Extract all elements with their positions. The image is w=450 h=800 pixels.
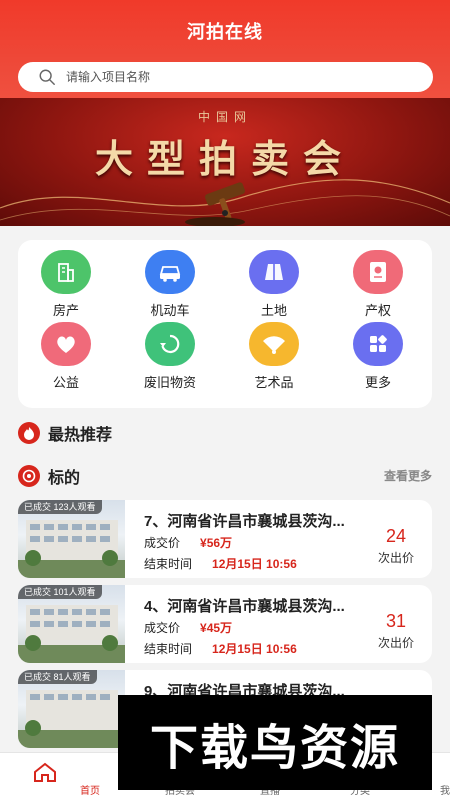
lot-card[interactable]: 已成交 123人观看 7、河南省许昌市襄城县茨沟... 成交价 ¥56万 结束时间… [18,500,432,578]
watermark-text: 下载鸟资源 [149,719,400,776]
category-label: 艺术品 [254,375,294,390]
category-label: 废旧物资 [143,375,196,390]
bid-count: 31 次出价 [378,611,414,651]
category-label: 更多 [364,375,391,390]
lot-price-row: 成交价 ¥45万 [144,619,232,636]
lot-end-row: 结束时间 12月15日 10:56 [144,640,297,657]
category-item-art[interactable]: 艺术品 [234,322,314,391]
bid-count-number: 24 [385,526,406,546]
lot-title: 7、河南省许昌市襄城县茨沟... [144,513,345,530]
lot-end-row: 结束时间 12月15日 10:56 [144,555,297,572]
category-item-property-rights[interactable]: 产权 [338,250,418,319]
category-item-scrap[interactable]: 废旧物资 [130,322,210,391]
end-time-label: 结束时间 [144,557,193,571]
end-time-label: 结束时间 [144,642,193,656]
carousel-indicator[interactable] [222,210,228,216]
recycle-icon [145,322,195,366]
category-item-real-estate[interactable]: 房产 [26,250,106,319]
category-label: 产权 [364,303,391,318]
target-icon [18,465,40,487]
flame-icon [18,422,40,444]
category-item-land[interactable]: 土地 [234,250,314,319]
lots-section-header: 标的 [18,464,80,488]
price-value: ¥45万 [200,621,233,635]
lot-card[interactable]: 已成交 101人观看 4、河南省许昌市襄城县茨沟... 成交价 ¥45万 结束时间… [18,585,432,663]
banner-subtitle: 中国网 [197,110,252,124]
heart-icon [41,322,91,366]
price-label: 成交价 [144,621,181,635]
lot-status-badge: 已成交 81人观看 [18,670,97,684]
view-more-link[interactable]: 查看更多 [384,467,432,484]
price-label: 成交价 [144,536,181,550]
lot-title: 4、河南省许昌市襄城县茨沟... [144,598,345,615]
tab-home[interactable]: 首页 [0,753,100,800]
bid-count: 24 次出价 [378,526,414,566]
building-icon [41,250,91,294]
category-label: 机动车 [150,303,190,318]
lot-status-badge: 已成交 101人观看 [18,585,102,599]
category-item-vehicle[interactable]: 机动车 [130,250,210,319]
search-icon [39,69,55,85]
lot-price-row: 成交价 ¥56万 [144,534,232,551]
end-time-value: 12月15日 10:56 [212,642,297,656]
category-grid: 房产 机动车 土地 产权 公益 废旧物资 艺术品 更多 [18,240,432,408]
category-item-charity[interactable]: 公益 [26,322,106,391]
hot-section-title: 最热推荐 [48,427,113,444]
bid-count-label: 次出价 [377,636,414,650]
lots-section-title: 标的 [48,470,81,487]
banner-title: 大型拍卖会 [94,136,355,181]
search-bar[interactable] [18,62,433,92]
category-label: 公益 [52,375,79,390]
category-label: 房产 [52,303,79,318]
end-time-value: 12月15日 10:56 [212,557,297,571]
category-label: 土地 [260,303,287,318]
category-item-more[interactable]: 更多 [338,322,418,391]
home-icon [34,762,56,782]
grid-icon [353,322,403,366]
banner-carousel[interactable]: 中国网 大型拍卖会 [0,98,450,226]
bid-count-number: 31 [385,611,406,631]
fan-icon [249,322,299,366]
bid-count-label: 次出价 [377,551,414,565]
price-value: ¥56万 [200,536,233,550]
car-icon [145,250,195,294]
land-icon [249,250,299,294]
search-input[interactable] [66,70,386,84]
watermark-overlay: 下载鸟资源 [118,695,432,790]
top-header: 河拍在线 [0,0,450,98]
certificate-icon [353,250,403,294]
lot-status-badge: 已成交 123人观看 [18,500,102,514]
hot-section-header: 最热推荐 [18,421,112,445]
app-title: 河拍在线 [187,22,263,42]
